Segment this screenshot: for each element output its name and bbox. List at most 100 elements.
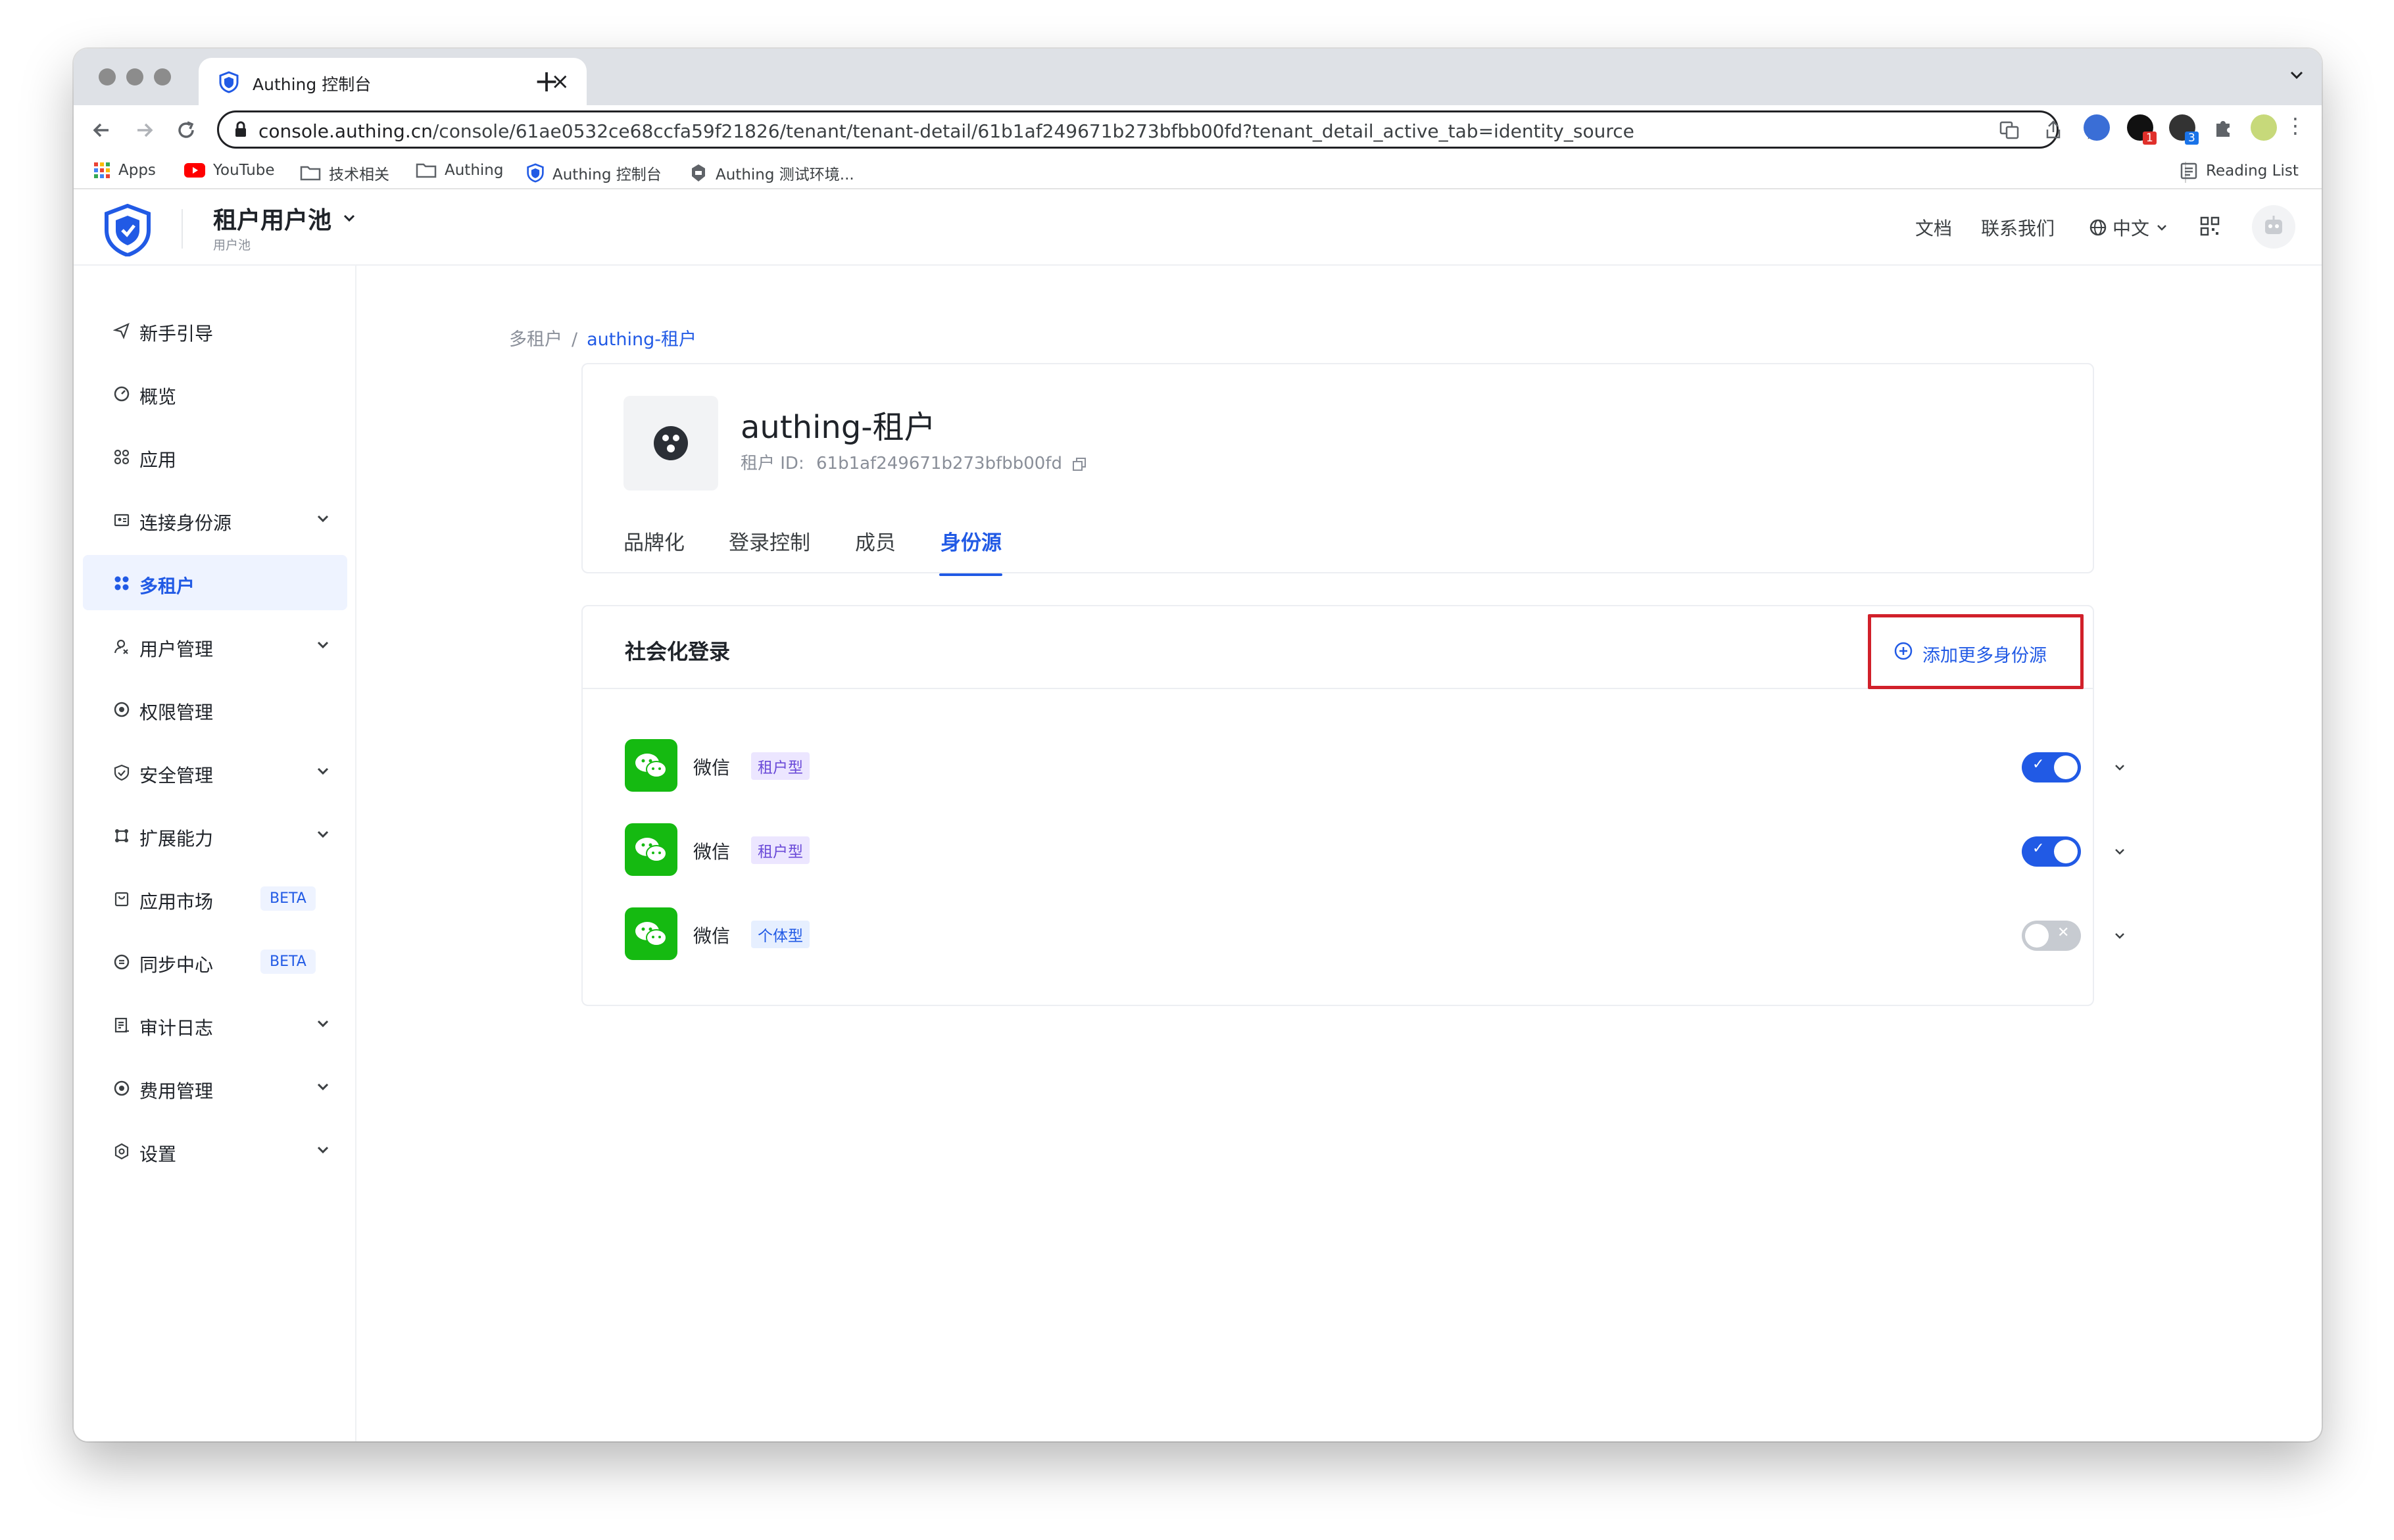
bookmark-apps[interactable]: Apps — [93, 162, 156, 179]
robot-icon — [692, 164, 705, 181]
expand-chevron-icon[interactable] — [2110, 758, 2130, 777]
breadcrumb-parent[interactable]: 多租户 — [509, 329, 562, 350]
sidebar-item-guide[interactable]: 新手引导 — [83, 302, 347, 358]
expand-chevron-icon[interactable] — [2110, 926, 2130, 946]
coin-icon — [114, 1080, 130, 1096]
sidebar-item-audit-log[interactable]: 审计日志 — [83, 997, 347, 1052]
folder-icon — [416, 163, 437, 178]
user-avatar[interactable] — [2252, 205, 2295, 249]
sidebar-item-sync-center[interactable]: 同步中心 BETA — [83, 934, 347, 989]
bookmark-authing-console[interactable]: Authing 控制台 — [526, 162, 662, 184]
reload-icon[interactable] — [170, 117, 203, 143]
userpool-subtitle: 用户池 — [213, 238, 251, 253]
identity-source-row: 微信 租户型 ✓ — [583, 823, 2124, 882]
toggle-knob — [2025, 924, 2049, 948]
sidebar-item-overview[interactable]: 概览 — [83, 366, 347, 421]
authing-shield-icon — [219, 71, 239, 93]
browser-menu-icon[interactable]: ⋮ — [2285, 113, 2306, 138]
translate-icon[interactable] — [1999, 119, 2020, 140]
identity-source-toggle[interactable]: ✓ — [2022, 836, 2081, 867]
chevron-down-icon — [343, 214, 355, 222]
sidebar-item-marketplace[interactable]: 应用市场 BETA — [83, 871, 347, 926]
globe-icon — [2089, 219, 2107, 236]
tab-login-control[interactable]: 登录控制 — [729, 526, 810, 556]
forward-arrow-icon[interactable] — [128, 117, 160, 143]
breadcrumb-current: authing-租户 — [587, 329, 696, 350]
beta-badge: BETA — [260, 950, 316, 974]
new-tab-plus-icon[interactable]: + — [527, 63, 566, 99]
tenant-avatar — [623, 396, 718, 491]
browser-toolbar: console.authing.cn/console/61ae0532ce68c… — [74, 105, 2322, 155]
id-card-icon — [114, 514, 130, 527]
identity-source-toggle[interactable]: ✓ — [2022, 752, 2081, 782]
tab-identity-sources[interactable]: 身份源 — [940, 526, 1002, 556]
identity-source-name: 微信 — [693, 925, 731, 947]
share-icon[interactable] — [2043, 119, 2063, 140]
sidebar-item-billing[interactable]: 费用管理 — [83, 1060, 347, 1115]
userpool-switcher[interactable]: 租户用户池 — [213, 201, 358, 235]
header-divider — [182, 209, 183, 249]
copy-icon[interactable] — [1071, 456, 1087, 472]
tenant-id-value: 61b1af249671b273bfbb00fd — [816, 454, 1062, 473]
sidebar-item-identity-sources[interactable]: 连接身份源 — [83, 492, 347, 547]
extend-icon — [115, 829, 128, 842]
sidebar: 新手引导 概览 应用 连接身份源 多租户 用户管理 权限管理 安全管理 扩展能力… — [74, 266, 356, 1441]
tenant-id: 租户 ID: 61b1af249671b273bfbb00fd — [741, 450, 1087, 474]
sidebar-item-permissions[interactable]: 权限管理 — [83, 681, 347, 736]
profile-avatar[interactable] — [2251, 114, 2277, 141]
beta-badge: BETA — [260, 886, 316, 911]
extension-icon[interactable] — [2084, 114, 2110, 141]
identity-source-toggle[interactable]: ✕ — [2022, 921, 2081, 951]
tab-search-chevron-icon[interactable] — [2287, 66, 2306, 84]
bookmark-authing-test[interactable]: Authing 测试环境... — [689, 162, 854, 184]
gauge-icon — [114, 386, 130, 402]
wechat-icon — [625, 823, 677, 876]
identity-source-row: 微信 租户型 ✓ — [583, 739, 2124, 798]
reading-list-icon — [2180, 162, 2197, 180]
lock-icon — [235, 121, 246, 137]
sidebar-item-multi-tenant[interactable]: 多租户 — [83, 555, 347, 610]
bookmark-youtube[interactable]: YouTube — [184, 162, 275, 179]
address-bar[interactable]: console.authing.cn/console/61ae0532ce68c… — [217, 110, 2105, 149]
sidebar-item-settings[interactable]: 设置 — [83, 1123, 347, 1178]
sidebar-item-apps[interactable]: 应用 — [83, 429, 347, 484]
chevron-down-icon — [317, 1083, 329, 1091]
folder-icon — [300, 166, 321, 181]
extension-badge: 3 — [2185, 132, 2199, 145]
expand-chevron-icon[interactable] — [2110, 842, 2130, 861]
bookmark-folder-tech[interactable]: 技术相关 — [300, 162, 389, 184]
tab-branding[interactable]: 品牌化 — [623, 526, 685, 556]
zoom-window-button[interactable] — [154, 68, 171, 85]
docs-link[interactable]: 文档 — [1915, 214, 1952, 241]
bookmark-folder-authing[interactable]: Authing — [416, 162, 503, 179]
reading-list-button[interactable]: Reading List — [2180, 162, 2299, 180]
plus-circle-icon — [1894, 642, 1913, 660]
apps-icon — [114, 449, 130, 465]
chevron-down-icon — [317, 515, 329, 523]
tenant-type-tag: 租户型 — [751, 752, 810, 780]
qr-grid-icon[interactable] — [2199, 216, 2220, 237]
identity-source-card: 社会化登录 添加更多身份源 微信 租户型 ✓ 微信 租户型 ✓ 微信 个体型 ✕ — [581, 605, 2124, 1006]
market-icon — [114, 892, 129, 907]
chevron-down-icon — [317, 1146, 329, 1154]
close-window-button[interactable] — [99, 68, 116, 85]
chevron-down-icon — [317, 641, 329, 649]
url-text: console.authing.cn/console/61ae0532ce68c… — [258, 120, 1634, 142]
sidebar-item-security[interactable]: 安全管理 — [83, 744, 347, 800]
tab-members[interactable]: 成员 — [855, 526, 896, 556]
sidebar-item-extensions[interactable]: 扩展能力 — [83, 807, 347, 863]
puzzle-extensions-icon[interactable] — [2211, 116, 2235, 139]
app-header: 租户用户池 用户池 文档 联系我们 中文 — [74, 189, 2322, 266]
language-switcher[interactable]: 中文 — [2089, 214, 2169, 241]
youtube-icon — [184, 163, 205, 178]
sidebar-item-users[interactable]: 用户管理 — [83, 618, 347, 673]
user-icon — [114, 639, 128, 654]
contact-link[interactable]: 联系我们 — [1981, 214, 2055, 241]
sync-icon — [114, 954, 130, 970]
minimize-window-button[interactable] — [126, 68, 143, 85]
send-icon — [113, 322, 130, 339]
authing-logo-icon[interactable] — [103, 204, 153, 256]
add-identity-source-button[interactable]: 添加更多身份源 — [1868, 614, 2084, 689]
back-arrow-icon[interactable] — [86, 117, 118, 143]
robot-avatar-icon — [2265, 216, 2282, 234]
